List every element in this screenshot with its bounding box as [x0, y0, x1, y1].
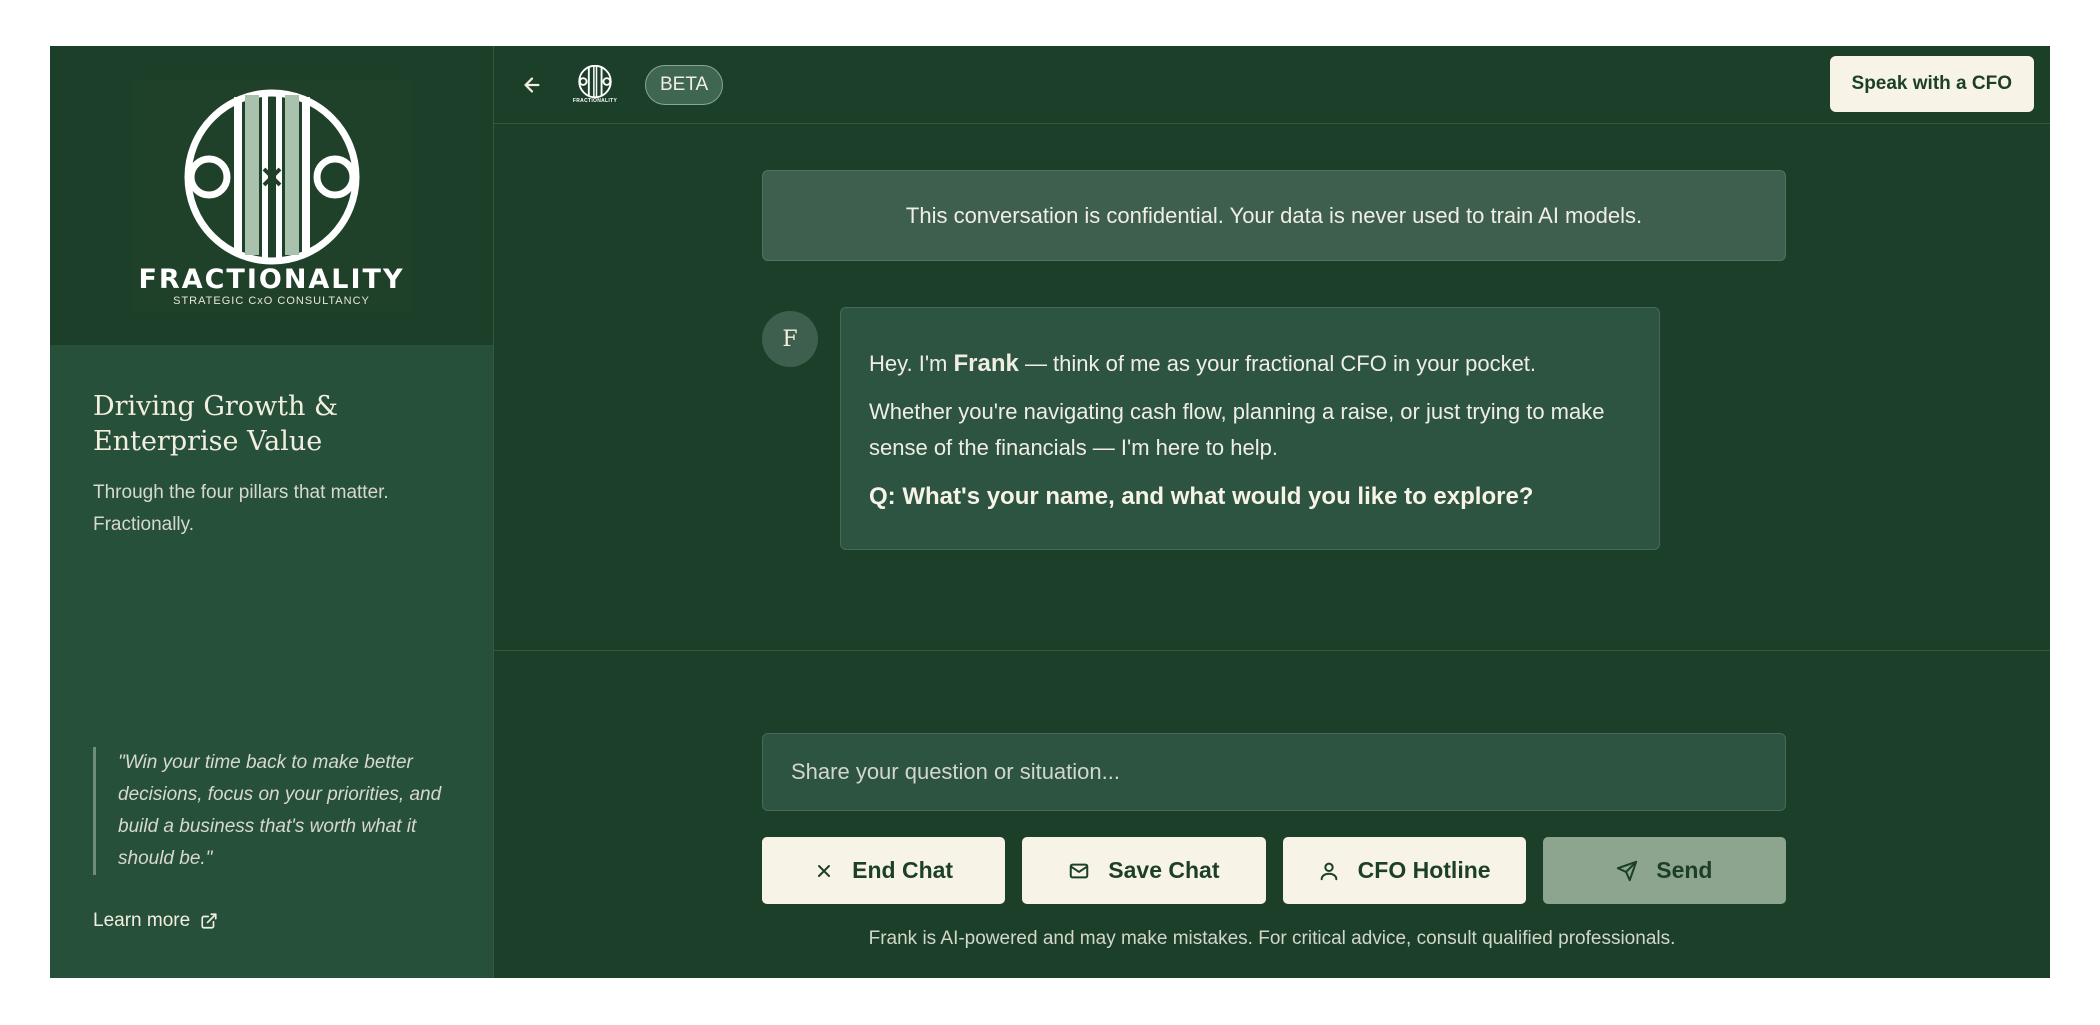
end-chat-label: End Chat — [852, 857, 954, 883]
send-button[interactable]: Send — [1542, 837, 1786, 904]
ai-disclaimer: Frank is AI-powered and may make mistake… — [868, 928, 1676, 949]
back-button[interactable] — [520, 73, 544, 97]
end-chat-button[interactable]: End Chat — [762, 837, 1006, 904]
send-label: Send — [1656, 857, 1713, 883]
beta-badge: BETA — [645, 64, 724, 105]
save-chat-button[interactable]: Save Chat — [1022, 837, 1266, 904]
close-icon — [818, 864, 831, 877]
sidebar-subtitle: Through the four pillars that matter. Fr… — [93, 482, 389, 535]
learn-more-label: Learn more — [93, 910, 191, 931]
logo-brand-text: FRACTIONALITY — [138, 263, 405, 295]
assistant-name: Frank — [953, 350, 1019, 377]
message-question: Q: What's your name, and what would you … — [869, 483, 1534, 510]
chat-main: FRACTIONALITY BETA Speak with a CFO This… — [494, 46, 2050, 978]
external-link-icon — [201, 913, 217, 929]
sidebar-title-line2: Enterprise Value — [93, 426, 323, 457]
sidebar-title: Driving Growth & Enterprise Value — [93, 389, 450, 459]
mail-icon — [1070, 863, 1089, 878]
assistant-avatar: F — [762, 311, 818, 367]
sidebar-tagline: Driving Growth & Enterprise Value Throug… — [50, 345, 493, 541]
user-icon — [1320, 862, 1338, 880]
message-paragraph: Whether you're navigating cash flow, pla… — [869, 399, 1605, 460]
logo-tagline: STRATEGIC CxO CONSULTANCY — [173, 294, 370, 307]
speak-with-cfo-button[interactable]: Speak with a CFO — [1829, 56, 2034, 112]
greeting-prefix: Hey. I'm — [869, 351, 954, 376]
fractionality-emblem-icon — [578, 64, 612, 98]
learn-more-link[interactable]: Learn more — [93, 910, 218, 932]
save-chat-label: Save Chat — [1108, 857, 1220, 883]
app-frame: FRACTIONALITY STRATEGIC CxO CONSULTANCY … — [50, 46, 2050, 978]
cfo-hotline-button[interactable]: CFO Hotline — [1282, 837, 1526, 904]
arrow-left-icon — [524, 76, 540, 93]
greeting-suffix: — think of me as your fractional CFO in … — [1018, 351, 1537, 376]
chat-input[interactable] — [762, 733, 1786, 811]
send-icon — [1617, 860, 1638, 881]
top-bar: FRACTIONALITY BETA Speak with a CFO — [494, 46, 2050, 124]
logo-area: FRACTIONALITY STRATEGIC CxO CONSULTANCY — [50, 46, 493, 345]
composer: End Chat Save Chat CFO Hotline Send — [762, 733, 1786, 904]
brand-logo: FRACTIONALITY STRATEGIC CxO CONSULTANCY — [131, 78, 412, 313]
sidebar: FRACTIONALITY STRATEGIC CxO CONSULTANCY … — [50, 46, 494, 978]
composer-actions: End Chat Save Chat CFO Hotline Send — [762, 837, 1786, 904]
chat-messages: This conversation is confidential. Your … — [494, 125, 2050, 651]
fractionality-emblem-icon — [184, 89, 359, 264]
sidebar-quote: "Win your time back to make better decis… — [93, 747, 453, 875]
header-logo: FRACTIONALITY — [572, 64, 618, 105]
cfo-hotline-label: CFO Hotline — [1357, 857, 1491, 883]
header-logo-text: FRACTIONALITY — [572, 97, 618, 104]
assistant-message: Hey. I'm Frank — think of me as your fra… — [840, 307, 1660, 550]
message-greeting: Hey. I'm Frank — think of me as your fra… — [869, 346, 1631, 382]
sidebar-title-line1: Driving Growth & — [93, 391, 339, 422]
confidentiality-notice: This conversation is confidential. Your … — [762, 170, 1786, 261]
